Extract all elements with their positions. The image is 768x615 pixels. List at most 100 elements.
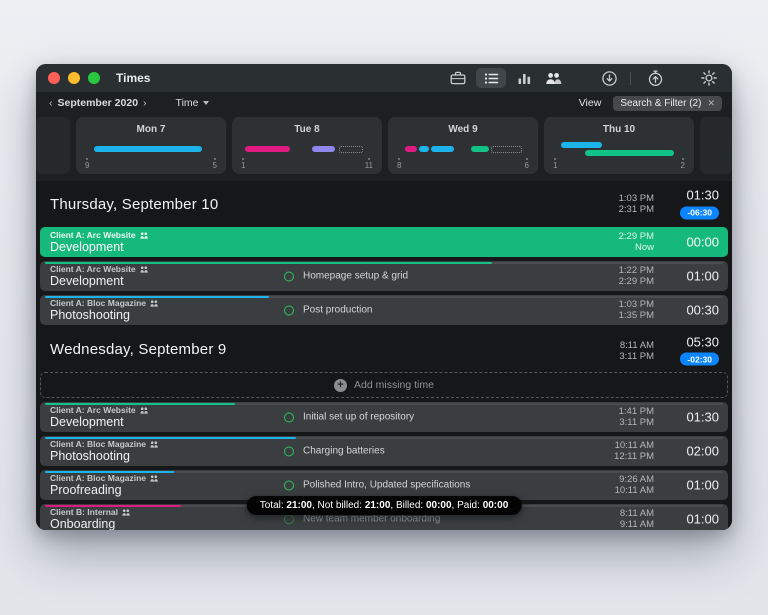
entry-time-range: 10:11 AM12:11 PM [614, 440, 654, 462]
time-entry-row[interactable]: Client A: Arc Website Development Initia… [40, 402, 728, 432]
entry-progress-track [45, 296, 723, 298]
shared-team-icon [140, 407, 148, 414]
window-title: Times [116, 71, 150, 85]
entry-progress-fill [45, 437, 296, 439]
day-activity-bar [419, 146, 428, 152]
time-entry-row-running[interactable]: Client A: Arc Website Development 2:29 P… [40, 227, 728, 257]
day-time-range: 8:11 AM3:11 PM [619, 340, 654, 362]
entry-note: Polished Intro, Updated specifications [284, 480, 470, 491]
tooltip-value: 21:00 [286, 500, 312, 511]
day-total: 05:30 [680, 334, 719, 349]
entry-project: Client A: Bloc Magazine [50, 473, 146, 483]
time-entry-row[interactable]: Client A: Arc Website Development Homepa… [40, 261, 728, 291]
day-header-wednesday: Wednesday, September 9 8:11 AM3:11 PM 05… [36, 329, 732, 372]
prev-month-button[interactable]: ‹ [46, 97, 56, 109]
team-icon[interactable] [542, 68, 564, 88]
add-missing-time-button[interactable]: Add missing time [40, 372, 728, 398]
weekday-cell-mon[interactable]: Mon 7 9 5 [76, 117, 226, 174]
day-activity-bar [312, 146, 334, 152]
day-total: 01:30 [680, 188, 719, 203]
search-filter-pill[interactable]: Search & Filter (2) ✕ [613, 96, 722, 111]
tooltip-label: Total: [260, 500, 287, 511]
task-status-icon[interactable] [284, 271, 294, 281]
entry-task: Development [50, 415, 148, 429]
entry-note: Post production [284, 305, 373, 316]
weekday-activity-bars [85, 142, 217, 156]
shared-team-icon [140, 232, 148, 239]
day-header-thursday: Thursday, September 10 1:03 PM2:31 PM 01… [36, 181, 732, 227]
entry-duration: 02:00 [686, 444, 719, 459]
tooltip-label: , Not billed: [312, 500, 365, 511]
day-activity-bar [491, 146, 522, 153]
day-activity-bar [561, 142, 602, 148]
zoom-button[interactable] [88, 72, 100, 84]
titlebar: Times [36, 64, 732, 92]
reports-icon[interactable] [513, 68, 535, 88]
weekday-cell-tue[interactable]: Tue 8 1 11 [232, 117, 382, 174]
clear-filter-icon[interactable]: ✕ [707, 98, 715, 109]
timesheet-view-icon[interactable] [476, 68, 506, 88]
day-activity-bar [431, 146, 453, 152]
task-status-icon[interactable] [284, 446, 294, 456]
start-timer-icon[interactable] [598, 68, 620, 88]
time-entry-row[interactable]: Client A: Bloc Magazine Photoshooting Po… [40, 295, 728, 325]
stopwatch-icon[interactable] [644, 68, 666, 88]
entry-progress-track [45, 471, 723, 473]
entry-task: Photoshooting [50, 308, 158, 322]
entry-note: New team member onboarding [284, 514, 440, 525]
weekday-cell-partial-left[interactable] [36, 117, 70, 174]
close-button[interactable] [48, 72, 60, 84]
minimize-button[interactable] [68, 72, 80, 84]
projects-icon[interactable] [447, 68, 469, 88]
weekday-cell-partial-right[interactable] [700, 117, 732, 174]
time-entries-list: Thursday, September 10 1:03 PM2:31 PM 01… [36, 181, 732, 530]
plus-icon [334, 379, 347, 392]
day-start-hour: 8 [397, 158, 401, 170]
weekday-label: Wed 9 [388, 124, 538, 135]
week-overview-strip: Mon 7 9 5 Tue 8 1 11 Wed 9 8 6 Thu 10 1 … [36, 114, 732, 181]
entry-task: Proofreading [50, 483, 158, 497]
shared-team-icon [122, 509, 130, 516]
traffic-lights [48, 72, 100, 84]
weekday-cell-wed[interactable]: Wed 9 8 6 [388, 117, 538, 174]
tooltip-value: 00:00 [426, 500, 452, 511]
entry-task: Onboarding [50, 517, 130, 530]
entry-progress-track [45, 403, 723, 405]
view-button[interactable]: View [579, 97, 602, 109]
entry-project: Client A: Arc Website [50, 405, 136, 415]
entry-time-range: 1:03 PM1:35 PM [619, 299, 654, 321]
weekday-cell-thu[interactable]: Thu 10 1 2 [544, 117, 694, 174]
task-status-icon[interactable] [284, 305, 294, 315]
settings-gear-icon[interactable] [698, 68, 720, 88]
day-end-hour: 11 [365, 158, 373, 170]
day-time-range: 1:03 PM2:31 PM [619, 193, 654, 215]
day-start-hour: 1 [241, 158, 245, 170]
entry-project: Client A: Arc Website [50, 230, 136, 240]
task-status-icon[interactable] [284, 480, 294, 490]
entry-project: Client B: Internal [50, 507, 118, 517]
entry-duration: 01:00 [686, 512, 719, 527]
task-status-icon[interactable] [284, 514, 294, 524]
day-activity-bar [585, 150, 675, 156]
weekday-label: Mon 7 [76, 124, 226, 135]
entry-project: Client A: Bloc Magazine [50, 439, 146, 449]
titlebar-icons [440, 68, 720, 88]
entry-progress-track [45, 437, 723, 439]
time-entry-row[interactable]: Client A: Bloc Magazine Photoshooting Ch… [40, 436, 728, 466]
task-status-icon[interactable] [284, 412, 294, 422]
next-month-button[interactable]: › [140, 97, 150, 109]
icon-divider [630, 72, 631, 85]
mode-dropdown[interactable]: Time [176, 97, 209, 109]
app-window: Times ‹ [36, 64, 732, 530]
month-label[interactable]: September 2020 [58, 97, 139, 109]
entry-time-range: 1:41 PM3:11 PM [619, 406, 654, 428]
entry-progress-track [45, 262, 723, 264]
day-end-hour: 5 [213, 158, 217, 170]
entry-duration: 01:30 [686, 410, 719, 425]
entry-progress-fill [45, 296, 269, 298]
weekday-label: Tue 8 [232, 124, 382, 135]
day-activity-bar [94, 146, 202, 152]
day-diff-badge: -02:30 [680, 353, 719, 366]
entry-duration: 00:00 [686, 235, 719, 250]
shared-team-icon [150, 475, 158, 482]
